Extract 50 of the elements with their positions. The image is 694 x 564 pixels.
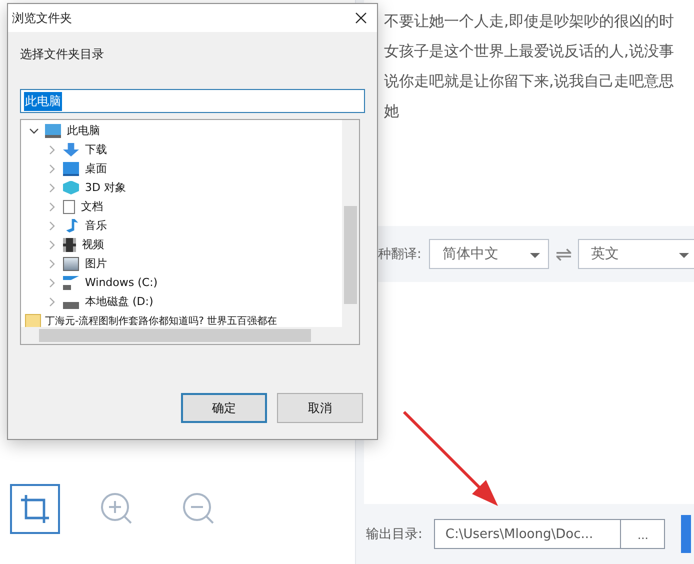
crop-icon	[18, 492, 52, 526]
tree-item[interactable]: 音乐	[21, 216, 342, 235]
close-icon[interactable]	[355, 12, 367, 24]
chevron-right-icon[interactable]	[47, 202, 57, 212]
source-text-line: 女孩子是这个世界上最爱说反话的人,说没事	[384, 41, 675, 62]
tree-item[interactable]: 本地磁盘 (D:)	[21, 292, 342, 311]
desktop-icon	[63, 162, 79, 176]
tree-item[interactable]: 图片	[21, 254, 342, 273]
source-language-dropdown[interactable]: 简体中文	[429, 239, 550, 269]
tree-item[interactable]: 丁海元-流程图制作套路你都知道吗? 世界五百强都在	[21, 311, 342, 327]
chevron-down-icon[interactable]	[29, 126, 39, 136]
folder-field[interactable]: 此电脑	[20, 89, 365, 113]
chevron-right-icon[interactable]	[47, 182, 57, 192]
tree-item[interactable]: 3D 对象	[21, 178, 342, 197]
output-path-field[interactable]: C:\Users\Mloong\Doc...	[434, 519, 622, 549]
chevron-right-icon[interactable]	[47, 240, 57, 250]
dialog-title: 浏览文件夹	[12, 10, 72, 26]
video-icon	[63, 238, 76, 252]
chevron-right-icon[interactable]	[47, 220, 57, 230]
tree-item[interactable]: 此电脑	[21, 121, 342, 140]
chevron-right-icon[interactable]	[47, 278, 57, 288]
result-text-area[interactable]	[364, 282, 694, 504]
vertical-scrollbar[interactable]	[342, 120, 359, 327]
chevron-right-icon[interactable]	[47, 258, 57, 268]
dialog-prompt: 选择文件夹目录	[20, 46, 105, 63]
tree-item[interactable]: Windows (C:)	[21, 273, 342, 292]
chevron-right-icon[interactable]	[47, 164, 57, 174]
target-language-dropdown[interactable]: 英文	[578, 239, 694, 269]
tree-item[interactable]: 文档	[21, 197, 342, 216]
chevron-right-icon[interactable]	[47, 144, 57, 154]
horizontal-scrollbar[interactable]	[21, 327, 359, 344]
tree-item[interactable]: 桌面	[21, 159, 342, 178]
document-icon	[63, 200, 75, 214]
ok-button[interactable]: 确定	[181, 393, 267, 423]
cube-icon	[63, 180, 79, 194]
translate-label: 种翻译:	[378, 246, 422, 263]
tree-item[interactable]: 视频	[21, 235, 342, 254]
picture-icon	[63, 256, 79, 270]
chevron-right-icon[interactable]	[47, 296, 57, 306]
source-text-line: 她	[384, 101, 400, 122]
output-directory-label: 输出目录:	[366, 526, 422, 543]
crop-tool[interactable]	[10, 484, 60, 534]
tree-item[interactable]: 下载	[21, 140, 342, 159]
source-text-area[interactable]: 不要让她一个人走,即使是吵架吵的很凶的时 女孩子是这个世界上最爱说反话的人,说没事 说你走吧就是让你留下来,说我自己走吧意思 她	[364, 0, 694, 226]
source-text-line: 不要让她一个人走,即使是吵架吵的很凶的时	[384, 11, 675, 32]
cancel-button[interactable]: 取消	[277, 393, 363, 423]
browse-button[interactable]: ...	[621, 519, 666, 549]
source-text-line: 说你走吧就是让你留下来,说我自己走吧意思	[384, 71, 675, 92]
computer-icon	[45, 124, 61, 138]
folder-icon	[25, 314, 41, 327]
